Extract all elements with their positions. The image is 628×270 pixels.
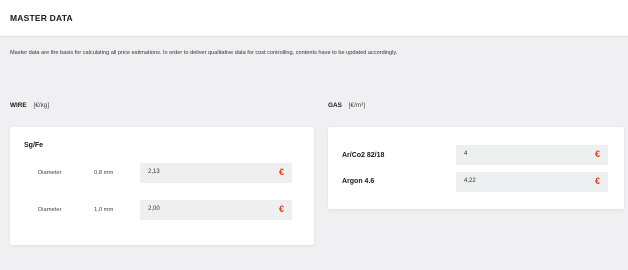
gas-heading: GAS: [328, 102, 342, 109]
page-description: Master data are the basis for calculatin…: [10, 50, 398, 56]
wire-row-1-label: Diameter: [38, 170, 62, 176]
page-title: MASTER DATA: [10, 13, 73, 23]
euro-icon: €: [594, 149, 600, 159]
wire-row-2-value: 2,00: [148, 206, 160, 212]
wire-card: Sg/Fe Diameter 0,8 mm 2,13 € Diameter 1,…: [10, 127, 314, 245]
gas-row-2-value: 4,22: [464, 178, 476, 184]
wire-row-2-label: Diameter: [38, 207, 62, 213]
wire-section-label: WIRE [€/kg]: [10, 102, 49, 109]
wire-row-1-size: 0,8 mm: [94, 170, 114, 176]
wire-row-1-price-input[interactable]: 2,13 €: [140, 163, 292, 183]
gas-section-label: GAS [€/m³]: [328, 102, 365, 109]
gas-card: Ar/Co2 82/18 4 € Argon 4.6 4,22 €: [328, 127, 624, 209]
wire-row-2-price-input[interactable]: 2,00 €: [140, 200, 292, 220]
euro-icon: €: [594, 176, 600, 186]
gas-row-2-label: Argon 4.6: [342, 178, 375, 185]
euro-icon: €: [278, 167, 284, 177]
gas-row-1-label: Ar/Co2 82/18: [342, 152, 385, 159]
master-data-page: MASTER DATA Master data are the basis fo…: [0, 0, 628, 270]
wire-row-2-size: 1,0 mm: [94, 207, 114, 213]
gas-row-1-value: 4: [464, 151, 468, 157]
header-bar: MASTER DATA: [0, 0, 628, 37]
wire-row-1-value: 2,13: [148, 169, 160, 175]
euro-icon: €: [278, 204, 284, 214]
wire-group-title: Sg/Fe: [24, 142, 44, 149]
gas-row-1-price-input[interactable]: 4 €: [456, 145, 608, 165]
gas-row-2-price-input[interactable]: 4,22 €: [456, 172, 608, 192]
wire-unit: [€/kg]: [33, 102, 50, 109]
gas-unit: [€/m³]: [348, 102, 365, 109]
wire-heading: WIRE: [10, 102, 27, 109]
